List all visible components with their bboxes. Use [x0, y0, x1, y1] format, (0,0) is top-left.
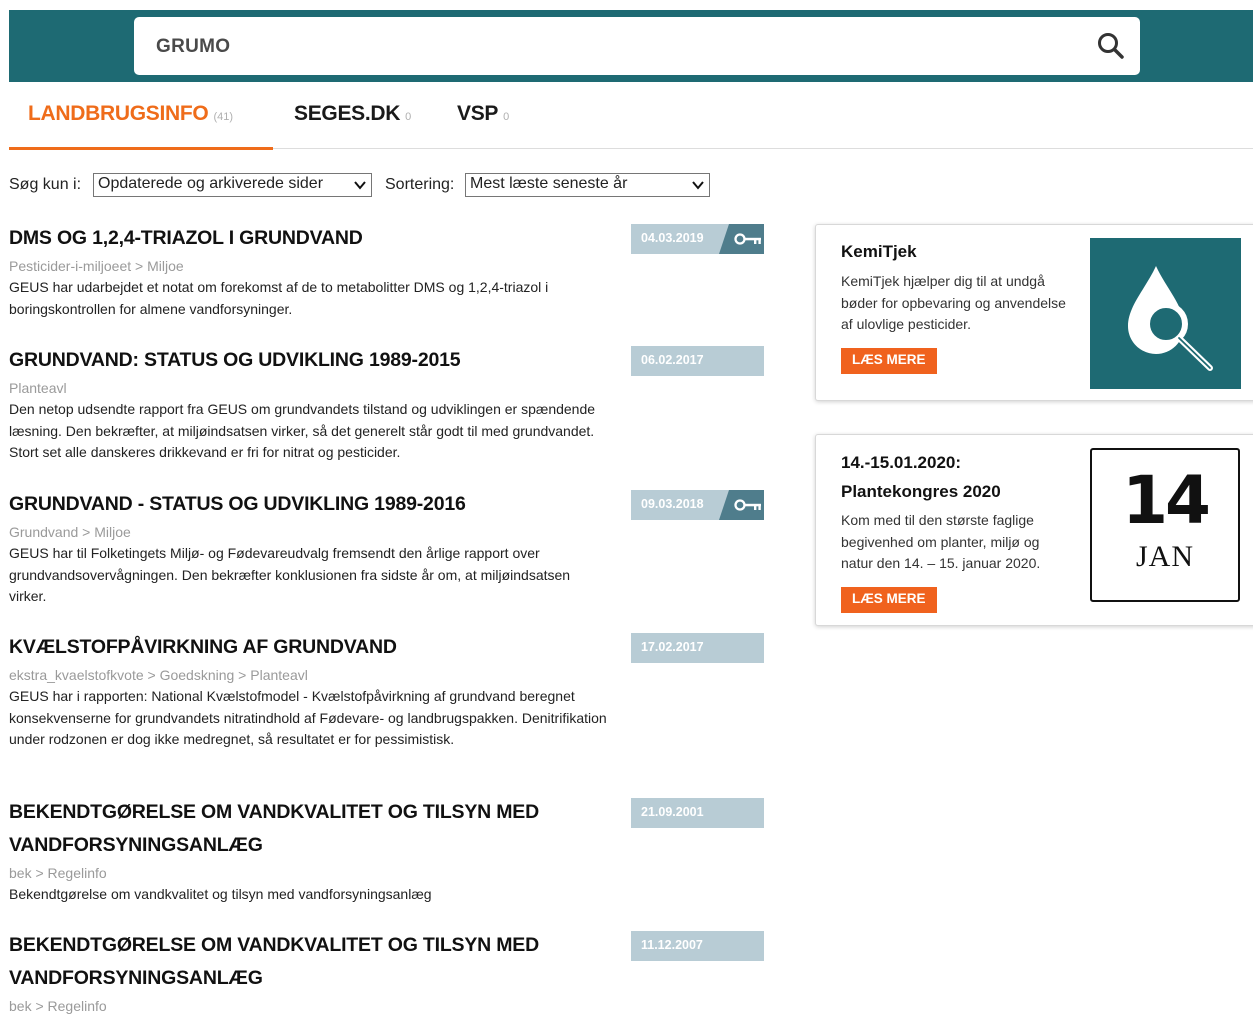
card-title: KemiTjek: [841, 242, 917, 261]
search-icon[interactable]: [1096, 31, 1126, 61]
tab-vsp[interactable]: VSP 0: [457, 96, 537, 147]
result-title[interactable]: DMS OG 1,2,4-TRIAZOL I GRUNDVAND: [9, 222, 599, 255]
search-query[interactable]: GRUMO: [156, 36, 230, 58]
tab-count: 0: [503, 111, 510, 123]
tab-label: LANDBRUGSINFO: [28, 102, 209, 125]
result-date: 17.02.2017: [641, 640, 704, 654]
date-badge: 06.02.2017: [631, 346, 764, 376]
result-description: Den netop udsendte rapport fra GEUS om g…: [9, 401, 596, 460]
result-date: 04.03.2019: [641, 231, 704, 245]
result-title[interactable]: BEKENDTGØRELSE OM VANDKVALITET OG TILSYN…: [9, 796, 599, 862]
date-badge: 11.12.2007: [631, 931, 764, 961]
search-input[interactable]: GRUMO: [134, 17, 1140, 75]
scope-label: Søg kun i:: [9, 176, 82, 193]
calendar-month: JAN: [1135, 540, 1194, 573]
scope-select[interactable]: Opdaterede og arkiverede sider: [93, 173, 372, 197]
result-item: KVÆLSTOFPÅVIRKNING AF GRUNDVAND ekstra_k…: [9, 631, 764, 751]
chevron-down-icon: [692, 181, 704, 190]
result-title[interactable]: GRUNDVAND: STATUS OG UDVIKLING 1989-2015: [9, 344, 599, 377]
result-item: BEKENDTGØRELSE OM VANDKVALITET OG TILSYN…: [9, 929, 764, 1015]
event-date-title: 14.-15.01.2020:: [841, 453, 962, 472]
result-title[interactable]: KVÆLSTOFPÅVIRKNING AF GRUNDVAND: [9, 631, 599, 664]
tab-segesdk[interactable]: SEGES.DK 0: [294, 96, 434, 147]
card-description: Kom med til den største faglige begivenh…: [841, 512, 1041, 571]
calendar-icon: 14 JAN: [1090, 448, 1240, 602]
sort-label: Sortering:: [385, 176, 455, 193]
result-date: 09.03.2018: [641, 497, 704, 511]
date-badge: 09.03.2018: [631, 490, 764, 520]
result-breadcrumb: ekstra_kvaelstofkvote > Goedskning > Pla…: [9, 667, 308, 683]
tab-landbrugsinfo[interactable]: LANDBRUGSINFO (41): [9, 96, 273, 150]
result-breadcrumb: bek > Regelinfo: [9, 998, 107, 1014]
result-breadcrumb: Planteavl: [9, 380, 67, 396]
result-date: 11.12.2007: [641, 938, 703, 952]
result-description: GEUS har til Folketingets Miljø- og Føde…: [9, 545, 571, 604]
result-breadcrumb: bek > Regelinfo: [9, 865, 107, 881]
event-card: 14.-15.01.2020: Plantekongres 2020 Kom m…: [815, 434, 1253, 626]
tab-label: VSP: [457, 102, 499, 125]
result-date: 21.09.2001: [641, 805, 704, 819]
tab-count: 0: [405, 111, 412, 123]
kemitjek-image: [1090, 238, 1241, 389]
kemitjek-card: KemiTjek KemiTjek hjælper dig til at und…: [815, 224, 1253, 401]
restricted-marker: [719, 224, 764, 254]
result-description: Bekendtgørelse om vandkvalitet og tilsyn…: [9, 886, 432, 902]
date-badge: 17.02.2017: [631, 633, 764, 663]
result-breadcrumb: Grundvand > Miljoe: [9, 524, 131, 540]
source-tabs: LANDBRUGSINFO (41) SEGES.DK 0 VSP 0: [9, 96, 1253, 150]
date-badge: 04.03.2019: [631, 224, 764, 254]
key-icon: [734, 499, 761, 511]
restricted-marker: [719, 490, 764, 520]
result-title[interactable]: GRUNDVAND - STATUS OG UDVIKLING 1989-201…: [9, 488, 599, 521]
result-date: 06.02.2017: [641, 353, 704, 367]
read-more-button[interactable]: LÆS MERE: [841, 348, 937, 374]
date-badge: 21.09.2001: [631, 798, 764, 828]
result-item: GRUNDVAND - STATUS OG UDVIKLING 1989-201…: [9, 488, 764, 608]
calendar-day: 14: [1122, 462, 1211, 539]
card-description: KemiTjek hjælper dig til at undgå bøder …: [841, 273, 1066, 332]
key-icon: [734, 233, 761, 245]
result-title[interactable]: BEKENDTGØRELSE OM VANDKVALITET OG TILSYN…: [9, 929, 599, 995]
tab-label: SEGES.DK: [294, 102, 401, 125]
chevron-down-icon: [354, 181, 366, 190]
result-item: GRUNDVAND: STATUS OG UDVIKLING 1989-2015…: [9, 344, 764, 464]
sort-value: Mest læste seneste år: [470, 175, 628, 192]
result-item: BEKENDTGØRELSE OM VANDKVALITET OG TILSYN…: [9, 796, 764, 906]
drop-magnifier-icon: [1128, 266, 1213, 371]
sort-select[interactable]: Mest læste seneste år: [465, 173, 710, 197]
result-description: GEUS har udarbejdet et notat om forekoms…: [9, 279, 549, 317]
tab-count: (41): [213, 111, 233, 123]
scope-value: Opdaterede og arkiverede sider: [98, 175, 324, 192]
result-item: DMS OG 1,2,4-TRIAZOL I GRUNDVAND Pestici…: [9, 222, 764, 320]
result-description: GEUS har i rapporten: National Kvælstofm…: [9, 688, 607, 747]
result-breadcrumb: Pesticider-i-miljoeet > Miljoe: [9, 258, 184, 274]
read-more-button[interactable]: LÆS MERE: [841, 587, 937, 613]
event-title: Plantekongres 2020: [841, 482, 1001, 501]
